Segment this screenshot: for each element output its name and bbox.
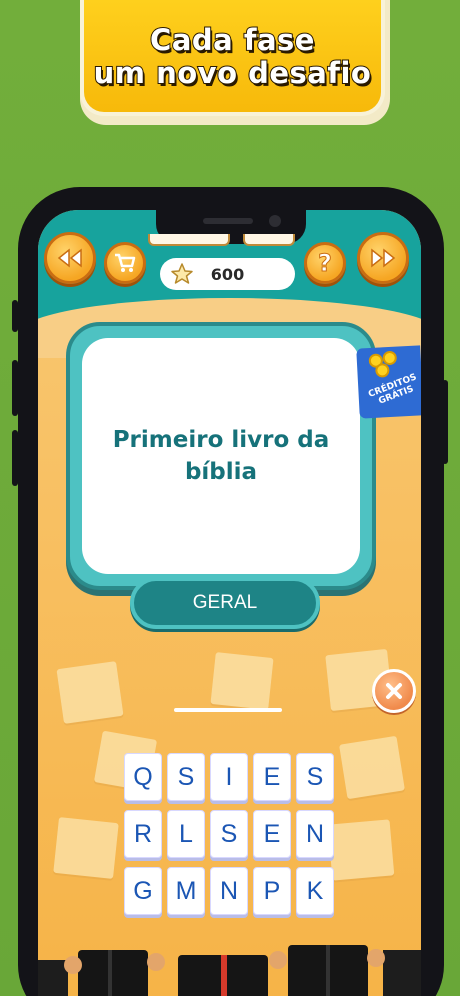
phone-volume-down [12,430,18,486]
letter-tile[interactable]: S [210,810,248,858]
banner-line-2: um novo desafio [93,56,372,91]
letter-tile[interactable]: N [210,867,248,915]
letter-tile[interactable]: M [167,867,205,915]
letter-tile[interactable]: G [124,867,162,915]
banner-line-1: Cada fase [149,23,315,58]
fast-forward-icon [371,248,396,268]
question-icon: ? [318,249,333,278]
close-icon [386,683,402,699]
phone-power-button [442,380,448,464]
letter-tile[interactable]: E [253,810,291,858]
score-value: 600 [210,264,245,284]
letter-tile[interactable]: Q [124,753,162,801]
clear-answer-button[interactable] [372,669,416,713]
people-illustration [38,945,421,996]
letter-tile[interactable]: E [253,753,291,801]
letter-tile[interactable]: I [210,753,248,801]
question-text: Primeiro livro da bíblia [112,427,330,485]
background-book [339,735,405,800]
promo-banner: Cada fase um novo desafio [80,0,385,116]
letter-tile[interactable]: N [296,810,334,858]
question-card-inner: Primeiro livro da bíblia [82,338,360,574]
letter-tile[interactable]: P [253,867,291,915]
letter-grid: Q S I E S R L S E N G M N P K [124,753,336,933]
score-display: 600 [160,258,295,290]
letter-tile[interactable]: L [167,810,205,858]
header-tab [148,234,230,246]
star-icon [171,263,193,284]
phone-side-button [12,300,18,332]
back-button[interactable] [44,232,96,284]
shop-button[interactable] [104,242,146,284]
phone-speaker [203,218,253,224]
background-book [53,817,119,879]
coin-icon [375,363,390,378]
free-credits-button[interactable]: CRÉDITOS GRÁTIS [356,345,421,419]
help-button[interactable]: ? [304,242,346,284]
background-book [327,819,395,881]
letter-tile[interactable]: S [167,753,205,801]
free-credits-label: CRÉDITOS GRÁTIS [367,372,419,407]
skip-button[interactable] [357,232,409,284]
background-book [56,661,124,724]
category-badge: GERAL [130,577,320,629]
cart-icon [115,253,136,272]
letter-tile[interactable]: S [296,753,334,801]
phone-screen: 600 ? Primeiro livro da bíblia CRÉDITOS … [38,210,421,996]
letter-tile[interactable]: K [296,867,334,915]
background-book [210,652,274,710]
rewind-icon [57,248,82,268]
question-card: Primeiro livro da bíblia [66,322,376,590]
letter-tile[interactable]: R [124,810,162,858]
answer-slot[interactable] [174,708,282,712]
phone-volume-up [12,360,18,416]
phone-camera [269,215,281,227]
header-tab [243,234,295,246]
